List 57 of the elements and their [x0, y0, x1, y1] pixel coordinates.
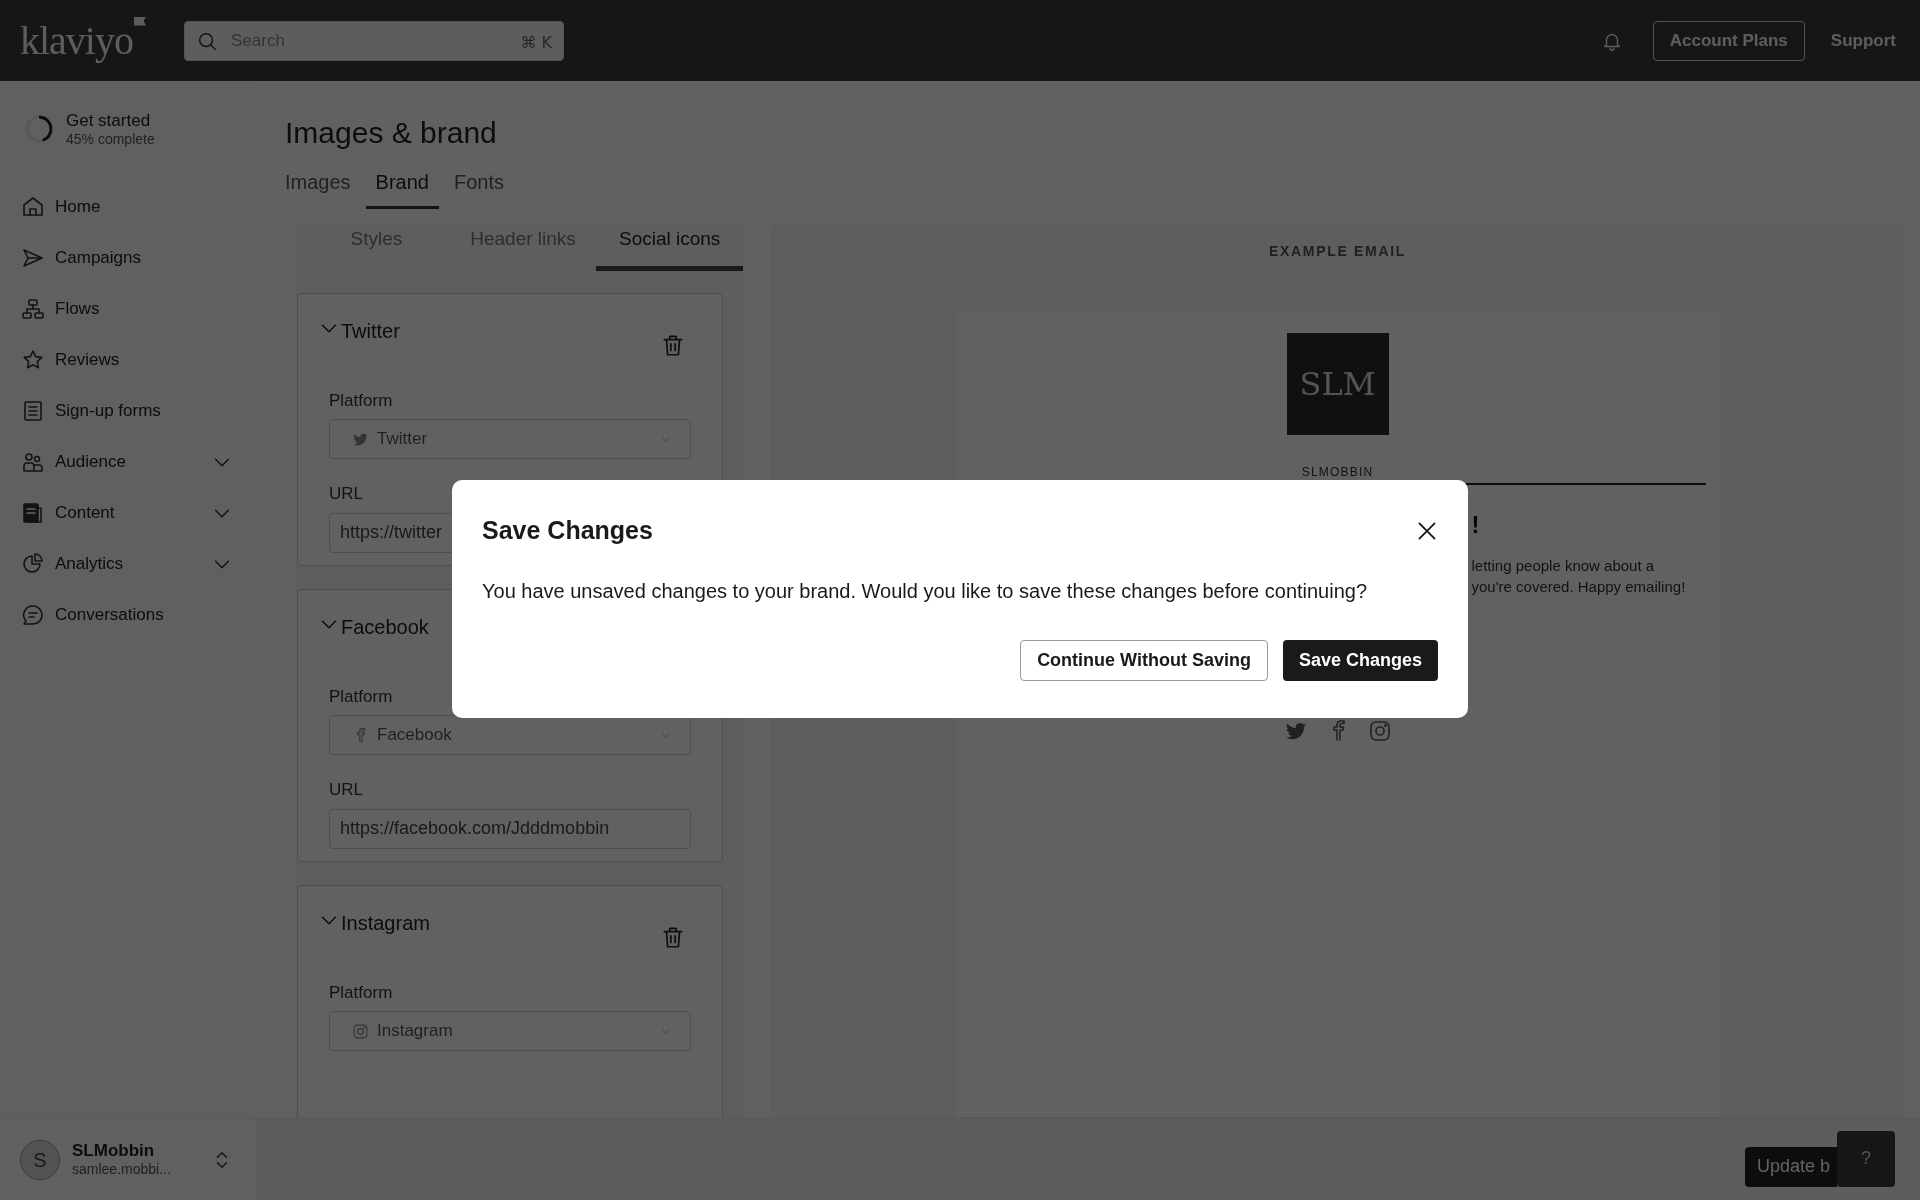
flag-icon	[134, 16, 146, 26]
subtab[interactable]: Social icons	[596, 225, 743, 271]
sidebar-item[interactable]: Campaigns	[0, 232, 255, 283]
page-tab[interactable]: Images	[275, 157, 361, 209]
pie-chart-icon	[21, 551, 45, 576]
account-plans-button[interactable]: Account Plans	[1652, 20, 1805, 61]
sidebar-item[interactable]: Conversations	[0, 589, 255, 640]
preview-label: EXAMPLE EMAIL	[1269, 242, 1406, 261]
sidebar-item[interactable]: Sign-up forms	[0, 385, 255, 436]
continue-button[interactable]: Continue Without Saving	[1020, 639, 1268, 681]
platform-select[interactable]: Twitter	[329, 419, 691, 459]
field-label: Platform	[329, 389, 394, 412]
chat-icon	[21, 602, 45, 627]
account-switcher[interactable]: S SLMobbin samlee.mobbi...	[0, 1118, 255, 1200]
field-label: Platform	[329, 981, 394, 1004]
star-icon	[21, 347, 45, 372]
brand-logo: klaviyo	[20, 16, 133, 65]
progress-title: Get started	[66, 109, 152, 131]
progress-track	[25, 115, 43, 143]
url-field[interactable]: https://facebook.com/Jdddmobbin	[329, 808, 691, 849]
brand-logo: SLM	[1286, 333, 1389, 435]
platform-select[interactable]: Instagram	[329, 1011, 691, 1051]
dialog-message: You have unsaved changes to your brand. Would you like to save these changes before continuing?	[482, 578, 1369, 604]
flow-icon	[21, 296, 45, 321]
help-button[interactable]: ?	[1837, 1130, 1895, 1187]
update-button[interactable]: Update b	[1745, 1146, 1837, 1187]
page-title: Images & brand	[284, 115, 498, 151]
card-title: Twitter	[341, 318, 401, 344]
sidebar-item[interactable]: Flows	[0, 283, 255, 334]
page-tab[interactable]: Brand	[365, 157, 439, 209]
page-tab[interactable]: Fonts	[443, 157, 514, 209]
sidebar-item[interactable]: Home	[0, 181, 255, 232]
field-label: Platform	[329, 685, 394, 708]
camera-square-icon	[1367, 719, 1392, 743]
house-icon	[21, 194, 45, 219]
avatar: S	[20, 1139, 60, 1180]
email-text: you're covered. Happy emailing!	[1471, 577, 1687, 597]
email-text: letting people know about a	[1471, 556, 1656, 576]
sidebar-item[interactable]: Content	[0, 487, 255, 538]
email-heading: !	[1471, 510, 1481, 540]
sidebar-item[interactable]: Reviews	[0, 334, 255, 385]
save-button[interactable]: Save Changes	[1282, 639, 1438, 681]
field-label: URL	[329, 779, 364, 801]
card-title: Facebook	[341, 614, 430, 640]
sidebar-item[interactable]: Audience	[0, 436, 255, 487]
account-name: SLMobbin	[72, 1140, 156, 1162]
card-title: Instagram	[341, 910, 431, 936]
form-icon	[21, 398, 45, 423]
sidebar-item[interactable]: Analytics	[0, 538, 255, 589]
document-icon	[21, 500, 45, 525]
brand-name: SLMOBBIN	[1301, 464, 1374, 477]
camera-square-icon	[352, 1022, 369, 1040]
dialog-title: Save Changes	[482, 515, 653, 546]
account-email: samlee.mobbi...	[72, 1161, 172, 1179]
support-link[interactable]: Support	[1826, 20, 1900, 61]
field-label: URL	[329, 483, 364, 505]
progress-subtitle: 45% complete	[66, 130, 155, 149]
